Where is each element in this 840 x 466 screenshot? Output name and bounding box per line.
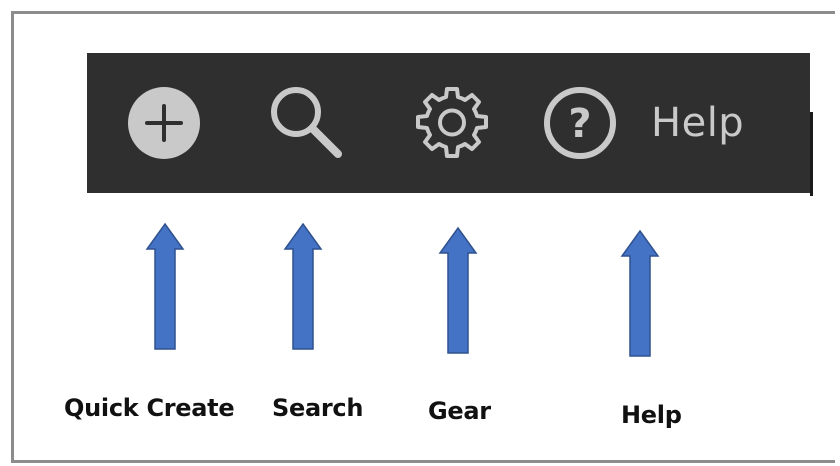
search-button[interactable] [265,53,349,193]
help-arrow-icon [620,229,660,357]
toolbar: ? Help [87,53,810,193]
search-icon [271,87,342,158]
svg-text:?: ? [568,101,591,147]
plus-circle-icon [128,87,200,159]
quick-create-arrow-icon [145,222,185,350]
gear-button[interactable] [412,53,492,193]
help-label: Help [651,100,745,146]
help-caption: Help [621,401,682,429]
quick-create-caption: Quick Create [64,394,235,422]
help-circle-icon: ? [544,87,616,159]
gear-caption: Gear [428,397,491,425]
help-button[interactable]: ? Help [542,53,744,193]
quick-create-button[interactable] [127,53,201,193]
gear-icon [416,87,488,158]
gear-arrow-icon [438,226,478,354]
search-caption: Search [272,394,364,422]
toolbar-edge-line [810,112,813,196]
search-arrow-icon [283,222,323,350]
